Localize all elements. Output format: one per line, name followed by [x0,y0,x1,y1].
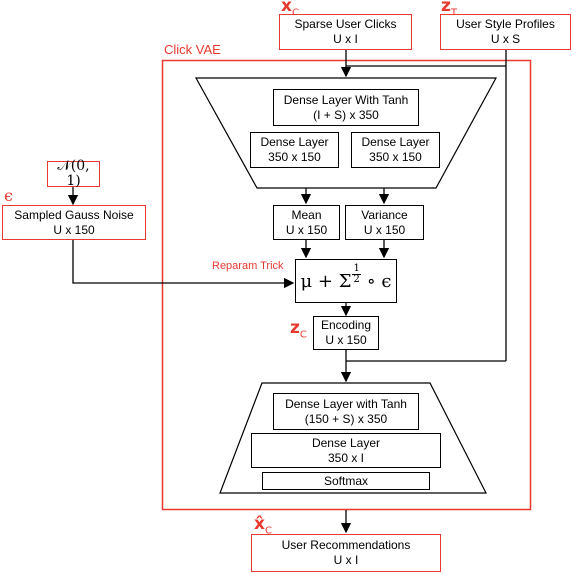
reparam-formula-box[interactable]: μ + Σ 1 2 ∘ ϵ [295,259,397,303]
normal-prior-box[interactable]: 𝒩(0, 1) [47,159,100,189]
user-style-profiles-box[interactable]: User Style Profiles U x S [440,14,571,50]
sparse-clicks-dims: U x I [333,32,358,46]
encoder-dense-layer-right[interactable]: Dense Layer 350 x 150 [351,132,440,168]
sparse-clicks-title: Sparse User Clicks [294,17,397,31]
encoder-dense-layer-left[interactable]: Dense Layer 350 x 150 [250,132,339,168]
click-vae-label: Click VAE [164,42,221,57]
sparse-user-clicks-box[interactable]: Sparse User Clicks U x I [279,14,412,50]
encoding-variable: zC [290,318,307,341]
encoder-dense-tanh-layer[interactable]: Dense Layer With Tanh (I + S) x 350 [273,89,419,126]
epsilon-variable: ϵ [4,186,13,205]
decoder-dense-layer[interactable]: Dense Layer 350 x I [251,433,441,468]
sampled-gauss-noise-box[interactable]: Sampled Gauss Noise U x 150 [2,205,146,240]
style-profiles-title: User Style Profiles [456,17,555,31]
softmax-layer[interactable]: Softmax [262,472,430,490]
exponent-fraction: 1 2 [352,262,361,285]
variance-box[interactable]: Variance U x 150 [345,205,424,240]
style-profiles-dims: U x S [490,32,521,46]
encoding-box[interactable]: Encoding U x 150 [313,316,379,350]
user-recommendations-box[interactable]: User Recommendations U x I [251,534,441,572]
decoder-dense-tanh-layer[interactable]: Dense Layer with Tanh (150 + S) x 350 [273,393,419,430]
reparam-trick-label: Reparam Trick [212,260,284,272]
mean-box[interactable]: Mean U x 150 [273,205,340,240]
